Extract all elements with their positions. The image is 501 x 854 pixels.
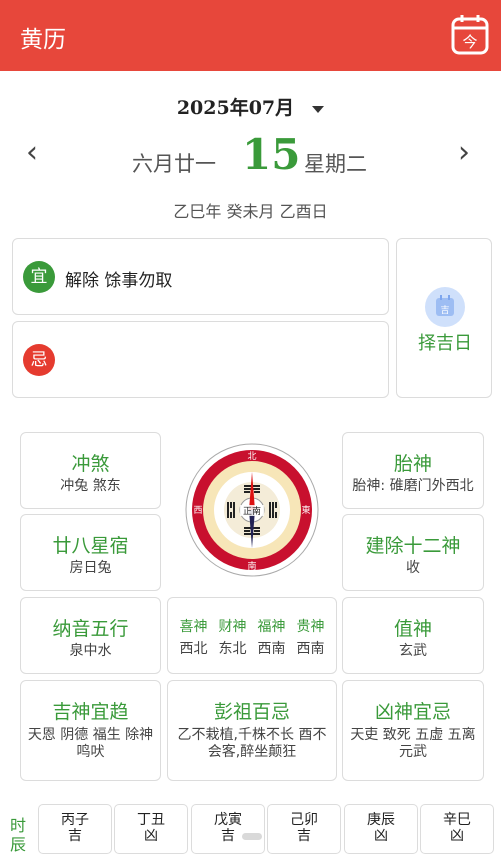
xingxiu-box[interactable]: 廿八星宿 房日兔: [20, 514, 161, 591]
hour-luck: 吉: [297, 828, 311, 844]
shichen-label: 时辰: [9, 816, 26, 854]
god-xi: 喜神 西北: [180, 616, 208, 658]
xingxiu-title: 廿八星宿: [52, 535, 129, 557]
compass-west: 西: [193, 505, 202, 516]
day-number: 15: [242, 130, 301, 179]
hour-name: 丙子: [61, 812, 89, 828]
yi-text: 解除 馀事勿取: [65, 271, 173, 291]
auspicious-calendar-icon: 吉: [425, 287, 465, 327]
compass-south: 南: [247, 560, 256, 572]
calendar-today-icon: 今: [451, 15, 489, 55]
zhishen-title: 值神: [393, 618, 432, 640]
hour-cell[interactable]: 己卯吉: [267, 804, 341, 854]
lunar-date: 六月廿一: [132, 152, 216, 176]
hour-cell[interactable]: 丁丑凶: [114, 804, 188, 854]
select-auspicious-day-button[interactable]: 吉 择吉日: [396, 238, 492, 398]
year-month-label: 2025年07月: [176, 97, 295, 119]
shichen-list[interactable]: 丙子吉 丁丑凶 戊寅吉 己卯吉 庚辰凶 辛巳凶: [38, 804, 498, 854]
hour-cell[interactable]: 丙子吉: [38, 804, 112, 854]
hour-luck: 吉: [68, 828, 82, 844]
ji-badge: 忌: [23, 344, 55, 376]
hour-name: 庚辰: [367, 812, 395, 828]
zhishen-box[interactable]: 值神 玄武: [342, 597, 484, 674]
hour-name: 己卯: [290, 812, 318, 828]
god-direction: 西南: [296, 641, 325, 657]
ganzhi-date: 乙巳年 癸未月 乙酉日: [173, 202, 328, 221]
weekday: 星期二: [304, 152, 367, 176]
hour-cell[interactable]: 戊寅吉: [191, 804, 265, 854]
god-name: 财神: [218, 619, 247, 635]
chongsha-box[interactable]: 冲煞 冲兔 煞东: [20, 432, 161, 509]
pengzu-box[interactable]: 彭祖百忌 乙不栽植,千株不长 酉不会客,醉坐颠狂: [167, 680, 337, 781]
compass-north: 北: [247, 451, 256, 462]
xiongshen-title: 凶神宜忌: [374, 701, 451, 723]
pengzu-value: 乙不栽植,千株不长 酉不会客,醉坐颠狂: [177, 727, 327, 760]
hour-name: 戊寅: [214, 812, 242, 828]
xiongshen-value: 天吏 致死 五虚 五离 元武: [350, 727, 476, 760]
hour-name: 辛巳: [443, 812, 471, 828]
hour-luck: 凶: [374, 828, 388, 844]
today-button[interactable]: 今: [450, 13, 490, 57]
auspicious-icon-glyph: 吉: [440, 306, 450, 316]
jishen-box[interactable]: 吉神宜趋 天恩 阴德 福生 除神 鸣吠: [20, 680, 161, 781]
compass-center-label: 正南: [243, 505, 261, 517]
prev-day-chevron-icon[interactable]: ‹: [26, 138, 38, 168]
god-direction: 西北: [179, 641, 208, 657]
hour-luck: 凶: [144, 828, 158, 844]
gods-direction-box[interactable]: 喜神 西北 财神 东北 福神 西南 贵神 西南: [167, 597, 337, 674]
hour-cell[interactable]: 庚辰凶: [344, 804, 418, 854]
zhishen-value: 玄武: [399, 643, 427, 659]
compass-icon: 北 南 東 西 正南: [185, 443, 319, 577]
chongsha-title: 冲煞: [71, 453, 110, 475]
nayin-title: 纳音五行: [52, 618, 129, 640]
jianchu-title: 建除十二神: [365, 535, 461, 557]
god-direction: 东北: [218, 641, 247, 657]
select-auspicious-day-label: 择吉日: [418, 333, 472, 354]
yi-card: 宜 解除 馀事勿取: [12, 238, 389, 315]
god-gui: 贵神 西南: [297, 616, 325, 658]
scroll-indicator: [242, 833, 262, 840]
taishen-value: 胎神: 碓磨门外西北: [352, 478, 474, 494]
god-name: 喜神: [179, 619, 208, 635]
jishen-title: 吉神宜趋: [52, 701, 129, 723]
jianchu-value: 收: [406, 560, 420, 576]
god-name: 贵神: [296, 619, 325, 635]
god-direction: 西南: [257, 641, 286, 657]
app-title: 黄历: [20, 27, 66, 53]
taishen-box[interactable]: 胎神 胎神: 碓磨门外西北: [342, 432, 484, 509]
next-day-chevron-icon[interactable]: ›: [458, 138, 470, 168]
hour-cell[interactable]: 辛巳凶: [420, 804, 494, 854]
today-glyph: 今: [462, 33, 477, 51]
dropdown-caret-icon: [312, 106, 325, 113]
luopan-compass[interactable]: 北 南 東 西 正南: [184, 442, 320, 578]
jishen-value: 天恩 阴德 福生 除神 鸣吠: [27, 727, 154, 760]
nayin-value: 泉中水: [69, 643, 112, 659]
chongsha-value: 冲兔 煞东: [60, 478, 121, 494]
yi-badge: 宜: [23, 261, 55, 293]
xingxiu-value: 房日兔: [69, 560, 112, 576]
hour-luck: 凶: [450, 828, 464, 844]
compass-east: 東: [301, 504, 310, 516]
ji-card: 忌: [12, 321, 389, 398]
month-selector[interactable]: 2025年07月: [0, 93, 501, 120]
taishen-title: 胎神: [393, 453, 432, 475]
app-header: 黄历 今: [0, 0, 501, 71]
xiongshen-box[interactable]: 凶神宜忌 天吏 致死 五虚 五离 元武: [342, 680, 484, 781]
hour-name: 丁丑: [137, 812, 165, 828]
god-fu: 福神 西南: [258, 616, 286, 658]
jianchu-box[interactable]: 建除十二神 收: [342, 514, 484, 591]
nayin-box[interactable]: 纳音五行 泉中水: [20, 597, 161, 674]
god-cai: 财神 东北: [219, 616, 247, 658]
god-name: 福神: [257, 619, 286, 635]
pengzu-title: 彭祖百忌: [213, 701, 290, 723]
